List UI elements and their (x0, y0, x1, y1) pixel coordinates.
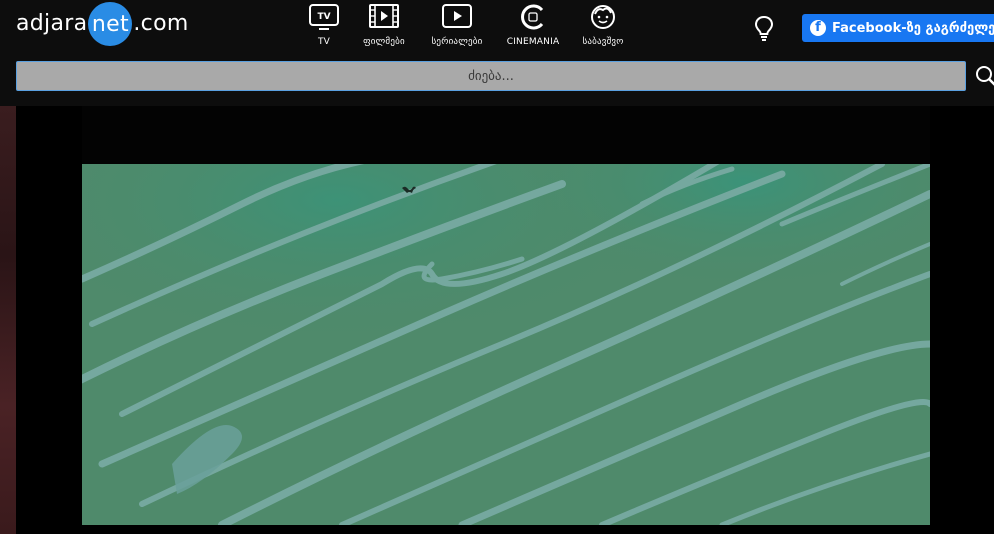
search-icon[interactable] (975, 65, 994, 87)
search-bar (16, 61, 966, 91)
video-frame (82, 164, 930, 525)
nav-item-label: ფილმები (363, 37, 405, 47)
site-logo[interactable]: adjara net .com (16, 2, 189, 46)
nav-item-tv[interactable]: TV TV (300, 0, 348, 56)
nav-item-cinemania[interactable]: CINEMANIA (494, 0, 572, 56)
cinemania-icon (516, 0, 550, 34)
nav-item-kids[interactable]: საბავშვო (572, 0, 634, 56)
kid-face-icon (586, 0, 620, 34)
logo-prefix: adjara (16, 11, 88, 36)
main-nav: TV TV ფილმები სერიალები CINEMANIA საბავშ… (300, 0, 634, 56)
logo-highlight: net (91, 11, 129, 37)
logo-circle: net (88, 2, 133, 46)
nav-item-label: სერიალები (431, 37, 483, 47)
film-icon (367, 0, 401, 34)
bird-icon (401, 180, 417, 193)
facebook-icon: f (810, 20, 826, 36)
page: adjara net .com TV TV ფილმები სერიალები … (0, 0, 994, 534)
nav-item-label: CINEMANIA (506, 37, 560, 47)
background-strip (0, 106, 16, 534)
search-input[interactable] (16, 61, 966, 91)
nav-item-label: საბავშვო (582, 37, 624, 47)
player-top-panel (82, 106, 930, 164)
nav-item-series[interactable]: სერიალები (420, 0, 494, 56)
tv-icon: TV (307, 0, 341, 34)
lightbulb-icon[interactable] (751, 14, 777, 42)
nav-item-label: TV (317, 37, 331, 47)
logo-suffix: .com (133, 11, 189, 36)
svg-text:TV: TV (317, 12, 330, 22)
site-header: adjara net .com TV TV ფილმები სერიალები … (0, 0, 994, 106)
facebook-button-label: Facebook-ზე გაგრძელება (832, 20, 994, 36)
facebook-login-button[interactable]: f Facebook-ზე გაგრძელება (802, 14, 994, 42)
nav-item-movies[interactable]: ფილმები (348, 0, 420, 56)
play-icon (440, 0, 474, 34)
video-player[interactable] (82, 164, 930, 525)
